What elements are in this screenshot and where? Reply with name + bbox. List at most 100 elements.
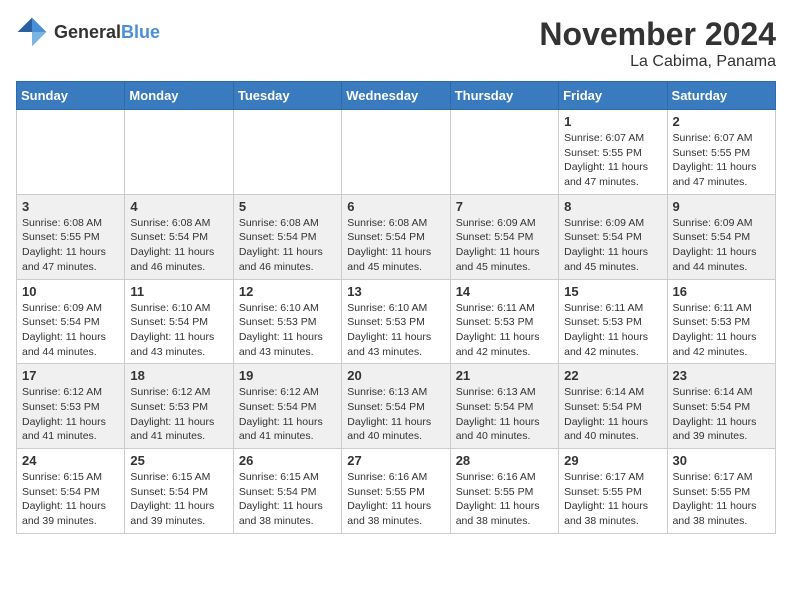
cell-info: Sunrise: 6:09 AM Sunset: 5:54 PM Dayligh… [22, 301, 119, 360]
calendar-cell [233, 110, 341, 195]
day-number: 21 [456, 368, 553, 383]
day-number: 27 [347, 453, 444, 468]
cell-info: Sunrise: 6:10 AM Sunset: 5:54 PM Dayligh… [130, 301, 227, 360]
calendar-cell: 9 Sunrise: 6:09 AM Sunset: 5:54 PM Daylig… [667, 194, 775, 279]
day-number: 13 [347, 284, 444, 299]
cell-info: Sunrise: 6:12 AM Sunset: 5:54 PM Dayligh… [239, 385, 336, 444]
cell-info: Sunrise: 6:14 AM Sunset: 5:54 PM Dayligh… [673, 385, 770, 444]
calendar-cell: 10 Sunrise: 6:09 AM Sunset: 5:54 PM Dayli… [17, 279, 125, 364]
calendar-cell: 21Sunrise: 6:13 AM Sunset: 5:54 PM Dayli… [450, 364, 558, 449]
month-title: November 2024 [539, 16, 776, 53]
calendar-week-row: 24 Sunrise: 6:15 AM Sunset: 5:54 PM Dayli… [17, 449, 776, 534]
cell-info: Sunrise: 6:16 AM Sunset: 5:55 PM Dayligh… [347, 470, 444, 529]
day-number: 12 [239, 284, 336, 299]
calendar-cell: 4Sunrise: 6:08 AM Sunset: 5:54 PM Daylig… [125, 194, 233, 279]
cell-info: Sunrise: 6:11 AM Sunset: 5:53 PM Dayligh… [456, 301, 553, 360]
calendar-cell: 11 Sunrise: 6:10 AM Sunset: 5:54 PM Dayli… [125, 279, 233, 364]
day-number: 22 [564, 368, 661, 383]
day-number: 6 [347, 199, 444, 214]
calendar-cell: 5Sunrise: 6:08 AM Sunset: 5:54 PM Daylig… [233, 194, 341, 279]
day-number: 30 [673, 453, 770, 468]
cell-info: Sunrise: 6:08 AM Sunset: 5:55 PM Dayligh… [22, 216, 119, 275]
cell-info: Sunrise: 6:14 AM Sunset: 5:54 PM Dayligh… [564, 385, 661, 444]
cell-info: Sunrise: 6:17 AM Sunset: 5:55 PM Dayligh… [564, 470, 661, 529]
calendar-cell: 17Sunrise: 6:12 AM Sunset: 5:53 PM Dayli… [17, 364, 125, 449]
calendar-cell: 8 Sunrise: 6:09 AM Sunset: 5:54 PM Daylig… [559, 194, 667, 279]
calendar-day-header: Tuesday [233, 82, 341, 110]
day-number: 3 [22, 199, 119, 214]
calendar-cell [17, 110, 125, 195]
day-number: 8 [564, 199, 661, 214]
day-number: 24 [22, 453, 119, 468]
calendar-day-header: Saturday [667, 82, 775, 110]
logo-icon [16, 16, 48, 48]
calendar-cell: 13 Sunrise: 6:10 AM Sunset: 5:53 PM Dayli… [342, 279, 450, 364]
calendar-day-header: Thursday [450, 82, 558, 110]
calendar-table: SundayMondayTuesdayWednesdayThursdayFrid… [16, 81, 776, 534]
cell-info: Sunrise: 6:11 AM Sunset: 5:53 PM Dayligh… [673, 301, 770, 360]
logo-text-general: General [54, 22, 121, 42]
cell-info: Sunrise: 6:08 AM Sunset: 5:54 PM Dayligh… [347, 216, 444, 275]
calendar-day-header: Friday [559, 82, 667, 110]
day-number: 10 [22, 284, 119, 299]
cell-info: Sunrise: 6:09 AM Sunset: 5:54 PM Dayligh… [564, 216, 661, 275]
day-number: 9 [673, 199, 770, 214]
day-number: 19 [239, 368, 336, 383]
day-number: 23 [673, 368, 770, 383]
calendar-cell: 19 Sunrise: 6:12 AM Sunset: 5:54 PM Dayli… [233, 364, 341, 449]
calendar-cell: 3 Sunrise: 6:08 AM Sunset: 5:55 PM Daylig… [17, 194, 125, 279]
calendar-cell: 23 Sunrise: 6:14 AM Sunset: 5:54 PM Dayli… [667, 364, 775, 449]
day-number: 25 [130, 453, 227, 468]
day-number: 16 [673, 284, 770, 299]
cell-info: Sunrise: 6:07 AM Sunset: 5:55 PM Dayligh… [564, 131, 661, 190]
day-number: 26 [239, 453, 336, 468]
calendar-cell [342, 110, 450, 195]
cell-info: Sunrise: 6:16 AM Sunset: 5:55 PM Dayligh… [456, 470, 553, 529]
cell-info: Sunrise: 6:09 AM Sunset: 5:54 PM Dayligh… [456, 216, 553, 275]
day-number: 15 [564, 284, 661, 299]
calendar-week-row: 3 Sunrise: 6:08 AM Sunset: 5:55 PM Daylig… [17, 194, 776, 279]
calendar-week-row: 1 Sunrise: 6:07 AM Sunset: 5:55 PM Daylig… [17, 110, 776, 195]
cell-info: Sunrise: 6:09 AM Sunset: 5:54 PM Dayligh… [673, 216, 770, 275]
title-section: November 2024 La Cabima, Panama [539, 16, 776, 71]
calendar-cell: 16 Sunrise: 6:11 AM Sunset: 5:53 PM Dayli… [667, 279, 775, 364]
calendar-cell: 12 Sunrise: 6:10 AM Sunset: 5:53 PM Dayli… [233, 279, 341, 364]
calendar-week-row: 17Sunrise: 6:12 AM Sunset: 5:53 PM Dayli… [17, 364, 776, 449]
calendar-cell: 30 Sunrise: 6:17 AM Sunset: 5:55 PM Dayli… [667, 449, 775, 534]
day-number: 1 [564, 114, 661, 129]
cell-info: Sunrise: 6:15 AM Sunset: 5:54 PM Dayligh… [22, 470, 119, 529]
page-header: GeneralBlue November 2024 La Cabima, Pan… [16, 16, 776, 71]
day-number: 4 [130, 199, 227, 214]
calendar-cell [125, 110, 233, 195]
cell-info: Sunrise: 6:10 AM Sunset: 5:53 PM Dayligh… [239, 301, 336, 360]
cell-info: Sunrise: 6:12 AM Sunset: 5:53 PM Dayligh… [22, 385, 119, 444]
calendar-cell [450, 110, 558, 195]
day-number: 18 [130, 368, 227, 383]
day-number: 14 [456, 284, 553, 299]
calendar-day-header: Sunday [17, 82, 125, 110]
calendar-cell: 28Sunrise: 6:16 AM Sunset: 5:55 PM Dayli… [450, 449, 558, 534]
calendar-cell: 2Sunrise: 6:07 AM Sunset: 5:55 PM Daylig… [667, 110, 775, 195]
calendar-cell: 27 Sunrise: 6:16 AM Sunset: 5:55 PM Dayli… [342, 449, 450, 534]
calendar-cell: 14 Sunrise: 6:11 AM Sunset: 5:53 PM Dayli… [450, 279, 558, 364]
day-number: 11 [130, 284, 227, 299]
cell-info: Sunrise: 6:15 AM Sunset: 5:54 PM Dayligh… [239, 470, 336, 529]
cell-info: Sunrise: 6:13 AM Sunset: 5:54 PM Dayligh… [347, 385, 444, 444]
day-number: 5 [239, 199, 336, 214]
calendar-cell: 1 Sunrise: 6:07 AM Sunset: 5:55 PM Daylig… [559, 110, 667, 195]
calendar-cell: 7Sunrise: 6:09 AM Sunset: 5:54 PM Daylig… [450, 194, 558, 279]
cell-info: Sunrise: 6:17 AM Sunset: 5:55 PM Dayligh… [673, 470, 770, 529]
cell-info: Sunrise: 6:07 AM Sunset: 5:55 PM Dayligh… [673, 131, 770, 190]
calendar-cell: 15 Sunrise: 6:11 AM Sunset: 5:53 PM Dayli… [559, 279, 667, 364]
day-number: 20 [347, 368, 444, 383]
cell-info: Sunrise: 6:10 AM Sunset: 5:53 PM Dayligh… [347, 301, 444, 360]
calendar-day-header: Wednesday [342, 82, 450, 110]
calendar-cell: 18Sunrise: 6:12 AM Sunset: 5:53 PM Dayli… [125, 364, 233, 449]
calendar-day-header: Monday [125, 82, 233, 110]
calendar-week-row: 10 Sunrise: 6:09 AM Sunset: 5:54 PM Dayli… [17, 279, 776, 364]
calendar-cell: 22 Sunrise: 6:14 AM Sunset: 5:54 PM Dayli… [559, 364, 667, 449]
cell-info: Sunrise: 6:15 AM Sunset: 5:54 PM Dayligh… [130, 470, 227, 529]
calendar-cell: 24 Sunrise: 6:15 AM Sunset: 5:54 PM Dayli… [17, 449, 125, 534]
cell-info: Sunrise: 6:11 AM Sunset: 5:53 PM Dayligh… [564, 301, 661, 360]
location: La Cabima, Panama [539, 53, 776, 71]
